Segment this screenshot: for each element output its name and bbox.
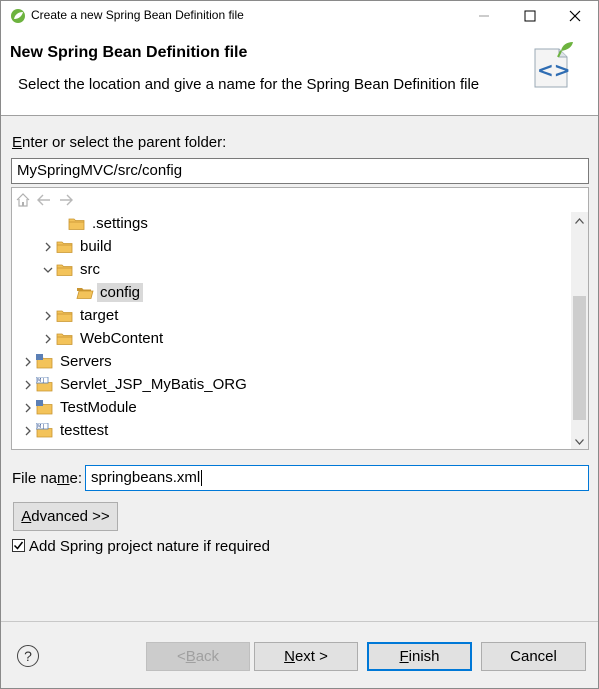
finish-button[interactable]: Finish (367, 642, 472, 671)
dialog-window: Create a new Spring Bean Definition file… (0, 0, 599, 689)
folder-icon (56, 331, 74, 347)
wizard-banner: New Spring Bean Definition file Select t… (1, 31, 598, 116)
project-icon (36, 353, 54, 370)
file-name-value: springbeans.xml (91, 469, 201, 486)
next-button[interactable]: Next > (254, 642, 358, 671)
maven-project-icon: M J (36, 376, 54, 393)
svg-text:M J: M J (37, 424, 44, 430)
tree-item-label: Servlet_JSP_MyBatis_ORG (60, 376, 247, 393)
tree-item-label: testtest (60, 422, 109, 439)
chevron-right-icon[interactable] (20, 354, 36, 370)
page-title: New Spring Bean Definition file (10, 44, 248, 61)
tree-item-label: src (80, 261, 100, 278)
tree-item[interactable]: Servers (20, 350, 115, 373)
chevron-right-icon[interactable] (40, 308, 56, 324)
tree-item-label: TestModule (60, 399, 137, 416)
chevron-right-icon[interactable] (20, 377, 36, 393)
scroll-down-icon[interactable] (571, 433, 588, 449)
tree-scrollbar[interactable] (571, 212, 588, 449)
folder-icon (68, 216, 86, 232)
window-title: Create a new Spring Bean Definition file (31, 8, 244, 22)
maximize-icon (524, 10, 536, 22)
tree-item[interactable]: build (40, 235, 115, 258)
parent-folder-label: Enter or select the parent folder: (12, 134, 227, 151)
tree-item-label: build (80, 238, 112, 255)
tree-item[interactable]: M J testtest (20, 419, 111, 442)
spring-leaf-icon (10, 8, 26, 24)
back-icon[interactable] (36, 193, 52, 211)
title-bar: Create a new Spring Bean Definition file (1, 1, 598, 31)
help-icon: ? (24, 648, 32, 664)
tree-item[interactable]: target (40, 304, 121, 327)
folder-open-icon (76, 285, 94, 301)
tree-item[interactable]: .settings (52, 212, 151, 235)
back-button[interactable]: < Back (146, 642, 250, 671)
close-icon (569, 10, 581, 22)
folder-icon (56, 308, 74, 324)
folder-icon (56, 262, 74, 278)
tree-item[interactable]: WebContent (40, 327, 166, 350)
tree-item[interactable]: config (60, 281, 144, 304)
project-nature-checkbox[interactable] (12, 539, 25, 552)
chevron-down-icon[interactable] (40, 262, 56, 278)
forward-icon[interactable] (58, 193, 74, 211)
svg-text:M J: M J (37, 378, 44, 384)
minimize-button[interactable] (461, 1, 507, 31)
help-button[interactable]: ? (17, 645, 39, 667)
page-description: Select the location and give a name for … (18, 76, 480, 93)
close-button[interactable] (552, 1, 598, 31)
svg-text:<>: <> (537, 58, 571, 82)
parent-folder-input[interactable]: MySpringMVC/src/config (11, 158, 589, 184)
cancel-button[interactable]: Cancel (481, 642, 586, 671)
spring-xml-file-icon: <> (531, 41, 579, 89)
home-icon[interactable] (16, 193, 30, 211)
folder-icon (56, 239, 74, 255)
tree-item-label: Servers (60, 353, 112, 370)
advanced-button[interactable]: Advanced >> (13, 502, 118, 531)
scrollbar-thumb[interactable] (573, 296, 586, 420)
tree-item-label: target (80, 307, 119, 324)
checkmark-icon (13, 541, 24, 550)
chevron-right-icon[interactable] (40, 331, 56, 347)
tree-item-label: .settings (92, 215, 148, 232)
maven-project-icon: M J (36, 422, 54, 439)
scroll-up-icon[interactable] (571, 212, 588, 229)
tree-item[interactable]: src (40, 258, 103, 281)
file-name-input[interactable]: springbeans.xml (85, 465, 589, 491)
footer-separator (1, 621, 598, 622)
tree-item[interactable]: M J Servlet_JSP_MyBatis_ORG (20, 373, 250, 396)
chevron-right-icon[interactable] (20, 400, 36, 416)
folder-tree[interactable]: .settings build src config target WebContent S… (11, 187, 589, 450)
tree-toolbar (16, 192, 74, 212)
tree-item[interactable]: TestModule (20, 396, 140, 419)
maximize-button[interactable] (507, 1, 553, 31)
chevron-right-icon[interactable] (20, 423, 36, 439)
file-name-label: File name: (12, 470, 83, 487)
project-icon (36, 399, 54, 416)
tree-item-label: WebContent (80, 330, 164, 347)
project-nature-label: Add Spring project nature if required (29, 538, 270, 555)
minimize-icon (479, 15, 489, 17)
chevron-right-icon[interactable] (40, 239, 56, 255)
tree-item-label: config (97, 283, 144, 302)
